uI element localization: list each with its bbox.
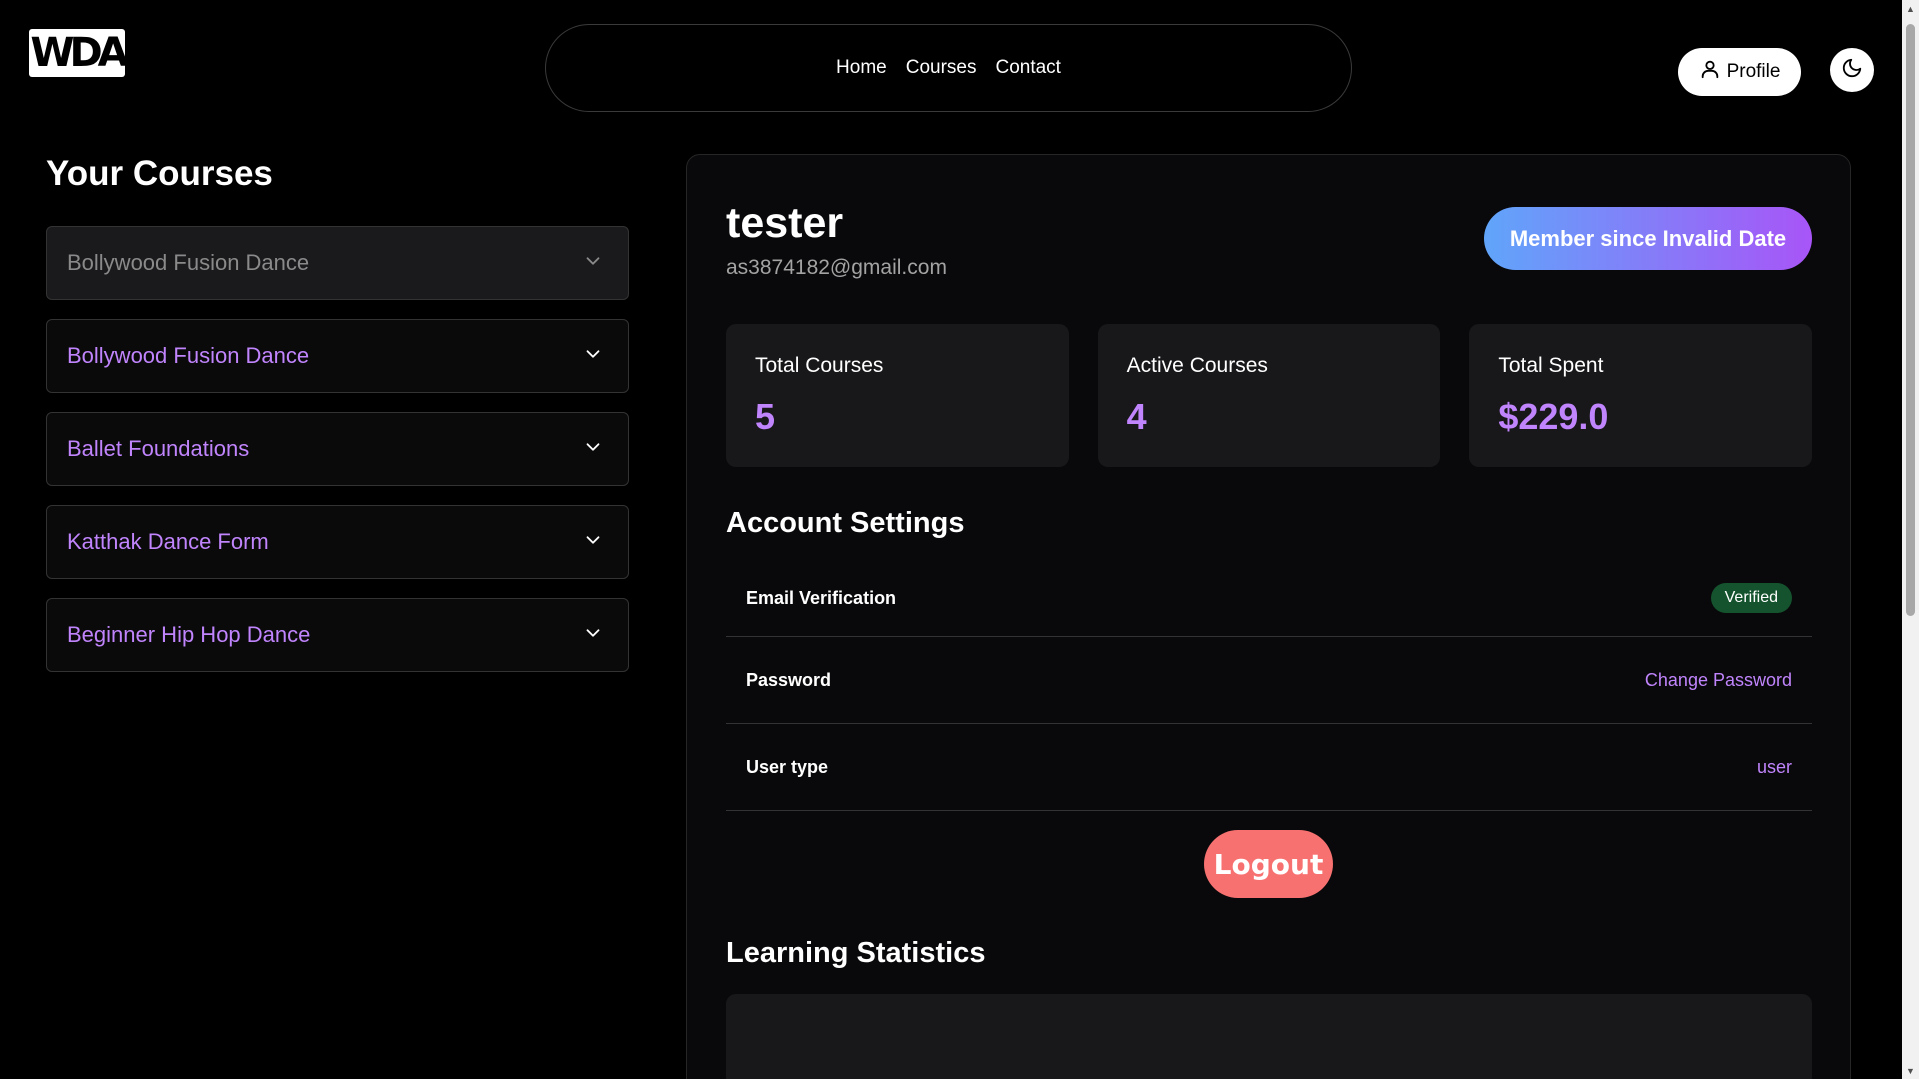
stat-card-total-courses: Total Courses 5 (726, 324, 1069, 467)
setting-row-password: Password Change Password (726, 637, 1812, 724)
setting-row-email: Email Verification Verified (726, 560, 1812, 637)
learning-statistics-box (726, 994, 1812, 1079)
stat-label: Total Courses (755, 354, 884, 377)
course-item[interactable]: Beginner Hip Hop Dance (46, 598, 629, 672)
course-label: Ballet Foundations (67, 436, 250, 461)
chevron-down-icon (582, 250, 604, 277)
user-email: as3874182@gmail.com (726, 256, 947, 279)
setting-label: User type (746, 756, 829, 777)
stat-value: 4 (1126, 396, 1147, 437)
course-label: Beginner Hip Hop Dance (67, 622, 311, 647)
course-item[interactable]: Bollywood Fusion Dance (46, 319, 629, 393)
nav-contact[interactable]: Contact (995, 57, 1060, 79)
chevron-down-icon (582, 436, 604, 463)
nav-courses[interactable]: Courses (906, 57, 977, 79)
course-label: Bollywood Fusion Dance (67, 343, 310, 368)
account-settings-title: Account Settings (726, 507, 965, 539)
learning-statistics-title: Learning Statistics (726, 937, 986, 969)
setting-row-user-type: User type user (726, 724, 1812, 811)
your-courses-title: Your Courses (46, 154, 273, 193)
page-scrollbar[interactable]: ▲ ▼ (1902, 0, 1919, 1079)
account-settings-list: Email Verification Verified Password Cha… (726, 560, 1812, 811)
course-label: Bollywood Fusion Dance (67, 250, 310, 275)
chevron-down-icon (582, 529, 604, 556)
stat-value: 5 (755, 396, 776, 437)
setting-label: Password (746, 669, 832, 690)
chevron-down-icon (582, 622, 604, 649)
setting-label: Email Verification (746, 587, 897, 608)
profile-panel: tester as3874182@gmail.com Member since … (686, 154, 1851, 1079)
moon-icon (1841, 57, 1863, 84)
chevron-down-icon (582, 343, 604, 370)
stat-label: Total Spent (1498, 354, 1604, 377)
verified-badge: Verified (1710, 583, 1792, 613)
profile-button[interactable]: Profile (1678, 48, 1801, 96)
course-item[interactable]: Ballet Foundations (46, 412, 629, 486)
user-icon (1699, 58, 1721, 86)
scroll-thumb[interactable] (1906, 24, 1915, 616)
nav-home[interactable]: Home (836, 57, 887, 79)
theme-toggle-button[interactable] (1830, 48, 1874, 92)
course-list: Bollywood Fusion Dance Bollywood Fusion … (46, 226, 629, 691)
scroll-down-icon[interactable]: ▼ (1902, 1062, 1919, 1079)
logo[interactable]: WDA (29, 29, 129, 77)
member-since-badge: Member since Invalid Date (1484, 207, 1812, 270)
change-password-link[interactable]: Change Password (1645, 670, 1792, 691)
stat-card-total-spent: Total Spent $229.0 (1469, 324, 1813, 467)
profile-button-label: Profile (1726, 61, 1781, 82)
course-item[interactable]: Bollywood Fusion Dance (46, 226, 629, 300)
user-type-value: user (1756, 756, 1792, 777)
stat-card-active-courses: Active Courses 4 (1097, 324, 1441, 467)
stats-row: Total Courses 5 Active Courses 4 Total S… (726, 324, 1813, 467)
logout-button[interactable]: Logout (1204, 830, 1333, 898)
stat-value: $229.0 (1498, 396, 1609, 437)
course-label: Katthak Dance Form (67, 529, 269, 554)
stat-label: Active Courses (1126, 354, 1268, 377)
main-nav: Home Courses Contact (545, 24, 1352, 112)
scroll-up-icon[interactable]: ▲ (1902, 0, 1919, 17)
user-name: tester (726, 199, 844, 247)
course-item[interactable]: Katthak Dance Form (46, 505, 629, 579)
